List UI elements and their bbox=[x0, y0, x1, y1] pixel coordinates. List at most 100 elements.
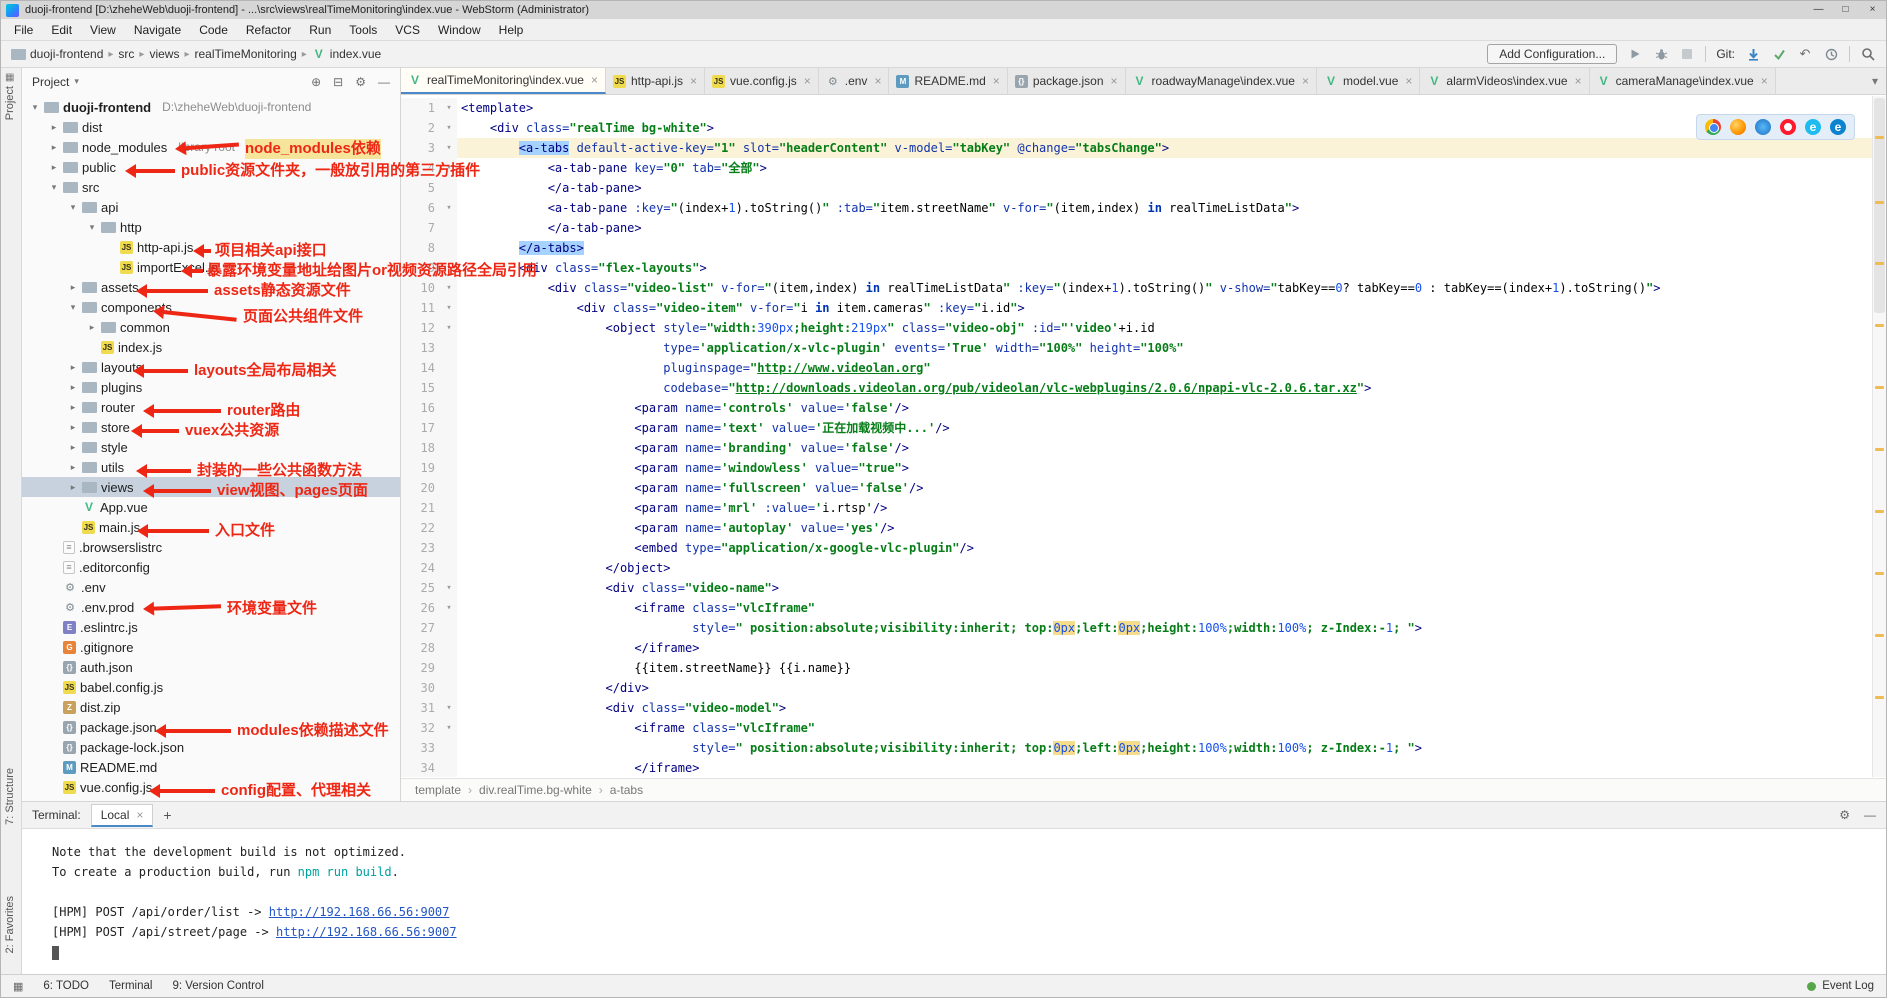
chevron-down-icon[interactable]: ▾ bbox=[1864, 74, 1886, 88]
firefox-browser-icon[interactable] bbox=[1730, 119, 1746, 135]
search-everywhere-icon[interactable] bbox=[1860, 46, 1876, 62]
breadcrumb-item[interactable]: duoji-frontend bbox=[11, 47, 103, 61]
tree-item[interactable]: ▾duoji-frontendD:\zheheWeb\duoji-fronten… bbox=[22, 97, 400, 117]
close-icon[interactable]: × bbox=[804, 74, 811, 88]
code-editor[interactable]: 1▾<template>2▾ <div class="realTime bg-w… bbox=[401, 96, 1872, 777]
menu-item-code[interactable]: Code bbox=[190, 23, 237, 37]
status-item-version-control[interactable]: 9: Version Control bbox=[172, 980, 263, 992]
tree-item[interactable]: ▾components bbox=[22, 297, 400, 317]
edge-browser-icon[interactable]: e bbox=[1830, 119, 1846, 135]
editor-tab[interactable]: JSvue.config.js× bbox=[705, 68, 819, 94]
editor-breadcrumb-item[interactable]: a-tabs bbox=[610, 783, 643, 797]
status-item-terminal[interactable]: Terminal bbox=[109, 980, 152, 992]
tree-item[interactable]: {}package-lock.json bbox=[22, 737, 400, 757]
hide-panel-icon[interactable]: — bbox=[378, 75, 390, 89]
terminal-output[interactable]: Note that the development build is not o… bbox=[22, 830, 1886, 976]
tree-item[interactable]: ▾http bbox=[22, 217, 400, 237]
menu-item-edit[interactable]: Edit bbox=[42, 23, 81, 37]
menu-item-window[interactable]: Window bbox=[429, 23, 490, 37]
tree-item[interactable]: MREADME.md bbox=[22, 757, 400, 777]
tree-item[interactable]: E.eslintrc.js bbox=[22, 617, 400, 637]
vcs-commit-icon[interactable] bbox=[1771, 46, 1787, 62]
tree-item[interactable]: ▸router bbox=[22, 397, 400, 417]
tree-item[interactable]: JSvue.config.js bbox=[22, 777, 400, 797]
editor-scrollbar-stripe[interactable] bbox=[1872, 96, 1886, 777]
vcs-history-icon[interactable] bbox=[1823, 46, 1839, 62]
editor-tab[interactable]: {}package.json× bbox=[1008, 68, 1126, 94]
editor-tab[interactable]: VcameraManage\index.vue× bbox=[1590, 68, 1776, 94]
minimize-panel-icon[interactable]: — bbox=[1864, 808, 1876, 822]
locate-file-icon[interactable]: ⊕ bbox=[311, 75, 321, 89]
chrome-browser-icon[interactable] bbox=[1705, 119, 1721, 135]
tree-item[interactable]: JSmain.js bbox=[22, 517, 400, 537]
breadcrumb-item[interactable]: Vindex.vue bbox=[312, 47, 381, 61]
status-item-event-log[interactable]: Event Log bbox=[1822, 980, 1874, 992]
close-icon[interactable]: × bbox=[1575, 74, 1582, 88]
tree-item[interactable]: ▸plugins bbox=[22, 377, 400, 397]
close-icon[interactable]: × bbox=[136, 808, 143, 822]
close-icon[interactable]: × bbox=[591, 73, 598, 87]
close-icon[interactable]: × bbox=[993, 74, 1000, 88]
terminal-link[interactable]: http://192.168.66.56:9007 bbox=[269, 905, 450, 919]
editor-tab[interactable]: ⚙.env× bbox=[819, 68, 890, 94]
tree-item[interactable]: {}package.json bbox=[22, 717, 400, 737]
tree-item[interactable]: Zdist.zip bbox=[22, 697, 400, 717]
editor-tab[interactable]: ValarmVideos\index.vue× bbox=[1420, 68, 1589, 94]
tree-item[interactable]: ≡.editorconfig bbox=[22, 557, 400, 577]
close-icon[interactable]: × bbox=[1405, 74, 1412, 88]
vcs-update-icon[interactable] bbox=[1745, 46, 1761, 62]
tree-item[interactable]: VApp.vue bbox=[22, 497, 400, 517]
chevron-down-icon[interactable]: ▾ bbox=[74, 76, 79, 87]
tree-item[interactable]: JSindex.js bbox=[22, 337, 400, 357]
tree-item[interactable]: ▸node_moduleslibrary root bbox=[22, 137, 400, 157]
terminal-link[interactable]: http://192.168.66.56:9007 bbox=[276, 925, 457, 939]
close-button[interactable]: × bbox=[1859, 1, 1886, 19]
close-icon[interactable]: × bbox=[874, 74, 881, 88]
tree-item[interactable]: ▸utils bbox=[22, 457, 400, 477]
tree-item[interactable]: ▸dist bbox=[22, 117, 400, 137]
menu-item-run[interactable]: Run bbox=[300, 23, 340, 37]
menu-item-tools[interactable]: Tools bbox=[340, 23, 386, 37]
tree-item[interactable]: ▾api bbox=[22, 197, 400, 217]
editor-tab[interactable]: VrealTimeMonitoring\index.vue× bbox=[401, 68, 606, 94]
close-icon[interactable]: × bbox=[1111, 74, 1118, 88]
maximize-button[interactable]: □ bbox=[1832, 1, 1859, 19]
menu-item-view[interactable]: View bbox=[81, 23, 125, 37]
ie-browser-icon[interactable]: e bbox=[1805, 119, 1821, 135]
breadcrumb-item[interactable]: realTimeMonitoring bbox=[195, 47, 297, 61]
editor-tab[interactable]: JShttp-api.js× bbox=[606, 68, 705, 94]
debug-bug-icon[interactable] bbox=[1653, 46, 1669, 62]
editor-breadcrumb-item[interactable]: template bbox=[415, 783, 461, 797]
opera-browser-icon[interactable] bbox=[1780, 119, 1796, 135]
editor-tab[interactable]: Vmodel.vue× bbox=[1317, 68, 1420, 94]
menu-item-vcs[interactable]: VCS bbox=[386, 23, 429, 37]
stop-icon[interactable] bbox=[1679, 46, 1695, 62]
tree-item[interactable]: ≡.browserslistrc bbox=[22, 537, 400, 557]
tree-item[interactable]: ▸public bbox=[22, 157, 400, 177]
close-icon[interactable]: × bbox=[1761, 74, 1768, 88]
terminal-tab-local[interactable]: Local × bbox=[91, 804, 154, 827]
tree-item[interactable]: ▾src bbox=[22, 177, 400, 197]
new-terminal-session-button[interactable]: + bbox=[163, 807, 171, 823]
add-configuration-button[interactable]: Add Configuration... bbox=[1487, 44, 1617, 64]
breadcrumb-item[interactable]: src bbox=[118, 47, 134, 61]
tree-item[interactable]: ▸assets bbox=[22, 277, 400, 297]
settings-gear-icon[interactable]: ⚙ bbox=[355, 75, 366, 89]
toolwindow-structure[interactable]: 7: Structure bbox=[4, 768, 16, 825]
tree-item[interactable]: {}auth.json bbox=[22, 657, 400, 677]
tree-item[interactable]: JShttp-api.js bbox=[22, 237, 400, 257]
run-icon[interactable] bbox=[1627, 46, 1643, 62]
menu-item-file[interactable]: File bbox=[5, 23, 42, 37]
tree-item[interactable]: JSbabel.config.js bbox=[22, 677, 400, 697]
breadcrumb-item[interactable]: views bbox=[149, 47, 179, 61]
toolwindow-project[interactable]: Project bbox=[4, 86, 16, 120]
collapse-all-icon[interactable]: ⊟ bbox=[333, 75, 343, 89]
terminal-settings-gear-icon[interactable]: ⚙ bbox=[1839, 808, 1850, 822]
editor-breadcrumb-item[interactable]: div.realTime.bg-white bbox=[479, 783, 592, 797]
scrollbar-thumb[interactable] bbox=[1874, 98, 1885, 313]
safari-browser-icon[interactable] bbox=[1755, 119, 1771, 135]
minimize-button[interactable]: — bbox=[1805, 1, 1832, 19]
tree-item[interactable]: ⚙.env bbox=[22, 577, 400, 597]
tree-item[interactable]: ▸layouts bbox=[22, 357, 400, 377]
editor-tab[interactable]: VroadwayManage\index.vue× bbox=[1126, 68, 1317, 94]
